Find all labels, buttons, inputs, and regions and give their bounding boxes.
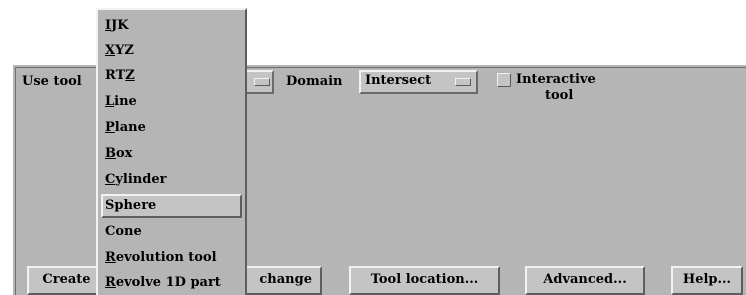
menu-item-rtz[interactable]: RTZ [101,64,242,88]
create-button[interactable]: Create [27,266,106,295]
menu-item-revolve-1d-part[interactable]: Revolve 1D part [101,271,242,295]
menu-item-sphere[interactable]: Sphere [101,194,242,218]
menu-item-revolution-tool[interactable]: Revolution tool [101,246,242,270]
use-tool-label: Use tool [22,74,82,89]
change-button-label: change [259,272,312,287]
tool-dropdown-menu: IJK XYZ RTZ Line Plane Box Cylinder Sphe… [96,8,247,295]
option-menu-indicator-icon [254,78,270,86]
menu-item-box[interactable]: Box [101,142,242,166]
help-button-label: Help... [682,272,732,287]
interactive-tool-label-line1: Interactive [516,72,596,87]
help-button[interactable]: Help... [671,266,743,295]
advanced-button-label: Advanced... [543,272,627,287]
menu-item-xyz[interactable]: XYZ [101,39,242,63]
tool-location-button-label: Tool location... [370,272,479,287]
domain-option-menu[interactable]: Intersect [359,70,478,94]
advanced-button[interactable]: Advanced... [525,266,645,295]
menu-item-cone[interactable]: Cone [101,220,242,244]
menu-item-cylinder[interactable]: Cylinder [101,168,242,192]
tool-location-button[interactable]: Tool location... [349,266,500,295]
menu-item-ijk[interactable]: IJK [101,14,242,38]
menu-item-plane[interactable]: Plane [101,116,242,140]
domain-label: Domain [286,74,343,89]
interactive-tool-label-line2: tool [545,88,574,103]
menu-item-line[interactable]: Line [101,90,242,114]
option-menu-indicator-icon [455,78,471,86]
domain-value: Intersect [365,73,432,88]
change-button[interactable]: change [236,266,322,295]
create-button-label: Create [42,272,91,287]
interactive-tool-checkbox[interactable] [497,73,511,87]
